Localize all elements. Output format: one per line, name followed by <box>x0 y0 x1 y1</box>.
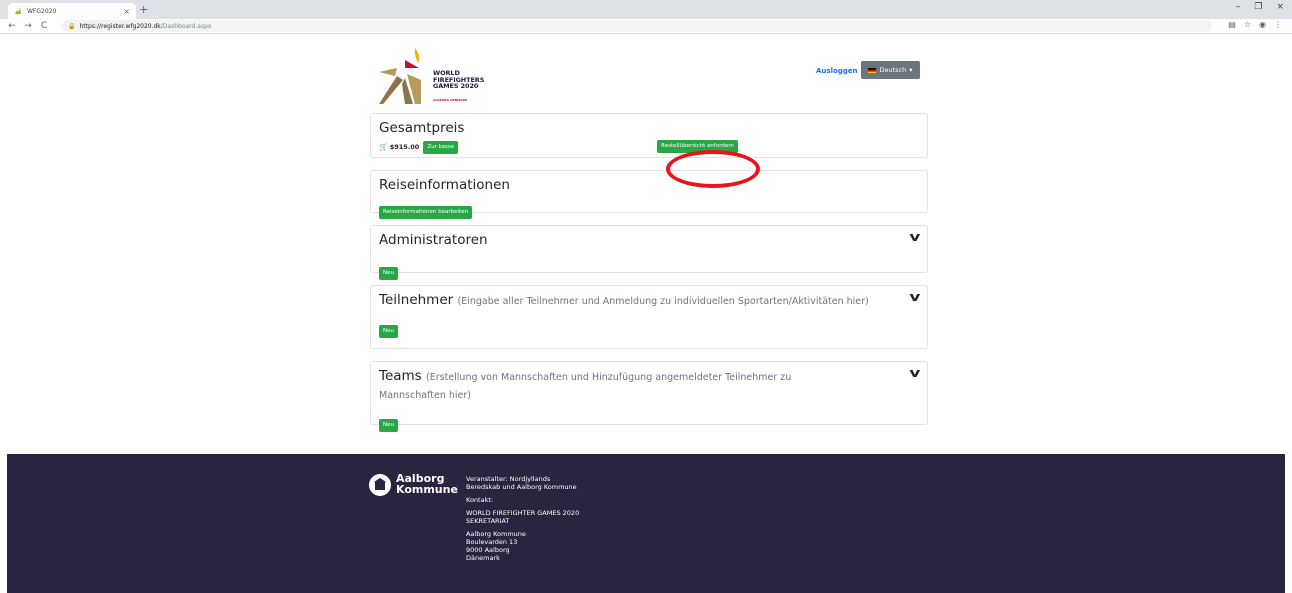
menu-kebab-icon[interactable]: ⋮ <box>1274 20 1282 29</box>
browser-tab[interactable]: WFG2020 × <box>8 3 136 19</box>
checkout-button[interactable]: Zur kasse <box>423 140 459 154</box>
new-team-button[interactable]: Neu <box>379 419 398 432</box>
favicon-icon <box>14 7 22 15</box>
url-path: /Dashboard.aspx <box>160 22 212 30</box>
window-controls: – ❐ × <box>1236 2 1284 12</box>
footer-secretariat: WORLD FIREFIGHTER GAMES 2020 SEKRETARIAT <box>466 509 580 525</box>
footer-info: Veranstalter: Nordjyllands Beredskab und… <box>466 475 579 567</box>
new-admin-button[interactable]: Neu <box>379 267 398 280</box>
main-container: WORLD FIREFIGHTERS GAMES 2020 AALBORG DE… <box>370 42 928 437</box>
minimize-icon[interactable]: – <box>1236 2 1241 12</box>
admins-title: Administratoren <box>379 232 488 248</box>
travel-info-title: Reiseinformationen <box>379 177 510 193</box>
close-window-icon[interactable]: × <box>1276 2 1284 12</box>
new-participant-button[interactable]: Neu <box>379 325 398 338</box>
site-footer: Aalborg Kommune Veranstalter: Nordjyllan… <box>7 454 1285 593</box>
page: WORLD FIREFIGHTERS GAMES 2020 AALBORG DE… <box>0 34 1292 593</box>
chevron-down-icon[interactable]: v <box>910 290 921 304</box>
teams-title: Teams (Erstellung von Mannschaften und H… <box>379 368 792 401</box>
language-dropdown[interactable]: Deutsch ▾ <box>861 61 920 79</box>
admins-card: Administratoren v Neu <box>370 225 928 280</box>
logo-wordmark: WORLD FIREFIGHTERS GAMES 2020 <box>433 69 485 90</box>
aalborg-seal-icon <box>369 474 391 496</box>
total-price: $915.00 <box>389 143 420 151</box>
aalborg-kommune-logo[interactable]: Aalborg Kommune <box>369 471 459 501</box>
forward-icon[interactable]: → <box>22 21 34 31</box>
caret-down-icon: ▾ <box>909 66 913 74</box>
german-flag-icon <box>868 67 877 73</box>
browser-tab-bar: WFG2020 × + – ❐ × <box>0 0 1292 19</box>
logout-link[interactable]: Ausloggen <box>816 67 858 75</box>
tab-title: WFG2020 <box>27 7 57 15</box>
back-icon[interactable]: ← <box>6 21 18 31</box>
language-label: Deutsch <box>879 66 907 74</box>
tab-close-icon[interactable]: × <box>123 7 130 16</box>
new-tab-icon[interactable]: + <box>139 3 148 17</box>
site-header: WORLD FIREFIGHTERS GAMES 2020 AALBORG DE… <box>370 42 928 110</box>
translate-icon[interactable]: ▤ <box>1228 20 1236 29</box>
travel-info-card: Reiseinformationen Reiseinformationen be… <box>370 170 928 219</box>
highlight-circle <box>666 150 760 188</box>
edit-travel-info-button[interactable]: Reiseinformationen bearbeiten <box>379 206 473 219</box>
footer-contact-label: Kontakt: <box>466 496 494 504</box>
participants-card: Teilnehmer (Eingabe aller Teilnehmer und… <box>370 285 928 349</box>
lock-icon: 🔒 <box>68 22 76 30</box>
price-row: 🛒 $915.00 Zur kasse <box>379 140 919 154</box>
footer-address: Aalborg Kommune Boulevarden 13 9000 Aalb… <box>466 530 526 562</box>
cart-icon: 🛒 <box>379 143 388 151</box>
participants-subtitle: (Eingabe aller Teilnehmer und Anmeldung … <box>457 296 869 307</box>
logo-subtitle: AALBORG DENMARK <box>433 98 468 102</box>
wfg-logo-icon <box>379 48 421 104</box>
chevron-down-icon[interactable]: v <box>910 366 921 380</box>
url-input[interactable]: 🔒 https://register.wfg2020.dk/Dashboard.… <box>62 20 1212 32</box>
aalborg-wordmark: Aalborg Kommune <box>396 472 458 496</box>
participants-title: Teilnehmer (Eingabe aller Teilnehmer und… <box>379 292 869 308</box>
footer-organizer: Veranstalter: Nordjyllands Beredskab und… <box>466 475 577 491</box>
total-price-title: Gesamtpreis <box>379 120 465 136</box>
url-host: https://register.wfg2020.dk <box>79 22 161 30</box>
bookmark-star-icon[interactable]: ☆ <box>1244 20 1251 29</box>
wfg-logo[interactable]: WORLD FIREFIGHTERS GAMES 2020 AALBORG DE… <box>375 46 490 106</box>
teams-card: Teams (Erstellung von Mannschaften und H… <box>370 361 928 432</box>
browser-actions: ▤ ☆ ◉ ⋮ <box>1228 20 1282 29</box>
address-bar: ← → C 🔒 https://register.wfg2020.dk/Dash… <box>0 19 1292 34</box>
chevron-down-icon[interactable]: v <box>910 230 921 244</box>
profile-icon[interactable]: ◉ <box>1259 20 1266 29</box>
reload-icon[interactable]: C <box>38 21 50 31</box>
total-price-card: Gesamtpreis 🛒 $915.00 Zur kasse Bestellü… <box>370 113 928 158</box>
teams-subtitle: (Erstellung von Mannschaften und Hinzufü… <box>379 372 792 401</box>
maximize-icon[interactable]: ❐ <box>1254 2 1262 12</box>
